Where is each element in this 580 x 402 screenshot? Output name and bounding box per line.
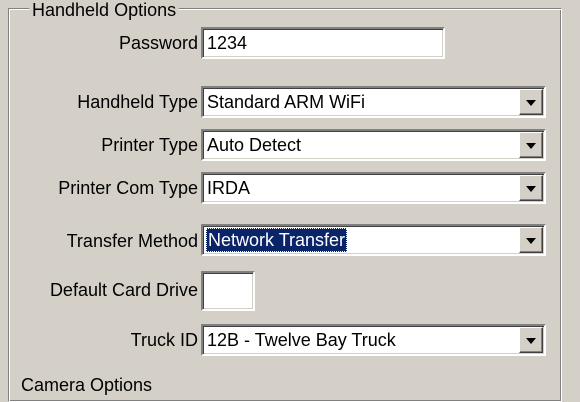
truck-id-select[interactable]: 12B - Twelve Bay Truck [201,324,546,356]
chevron-down-icon [526,338,536,344]
printer-com-type-dropdown-button[interactable] [519,175,543,201]
default-card-drive-label: Default Card Drive [49,280,198,300]
password-value: 1234 [207,33,248,53]
printer-type-value: Auto Detect [207,135,302,155]
camera-options-group-title: Camera Options [18,375,156,395]
transfer-method-label: Transfer Method [66,231,198,251]
printer-com-type-value: IRDA [207,178,251,198]
handheld-type-label: Handheld Type [77,92,198,112]
truck-id-value: 12B - Twelve Bay Truck [207,330,396,350]
printer-type-label: Printer Type [101,135,198,155]
handheld-type-select[interactable]: Standard ARM WiFi [201,86,546,118]
printer-type-select[interactable]: Auto Detect [201,129,546,161]
chevron-down-icon [526,238,536,244]
chevron-down-icon [526,100,536,106]
printer-type-dropdown-button[interactable] [519,132,543,158]
handheld-type-dropdown-button[interactable] [519,89,543,115]
password-field[interactable]: 1234 [201,27,445,59]
transfer-method-value: Network Transfer [206,228,348,252]
chevron-down-icon [526,186,536,192]
truck-id-label: Truck ID [130,330,198,350]
group-title: Handheld Options [29,1,180,19]
printer-com-type-select[interactable]: IRDA [201,172,546,204]
default-card-drive-field[interactable] [201,271,255,311]
transfer-method-select[interactable]: Network Transfer [201,224,546,256]
handheld-type-value: Standard ARM WiFi [207,92,366,112]
transfer-method-dropdown-button[interactable] [519,227,543,253]
password-label: Password [118,33,198,53]
chevron-down-icon [526,143,536,149]
truck-id-dropdown-button[interactable] [519,327,543,353]
printer-com-type-label: Printer Com Type [58,178,198,198]
